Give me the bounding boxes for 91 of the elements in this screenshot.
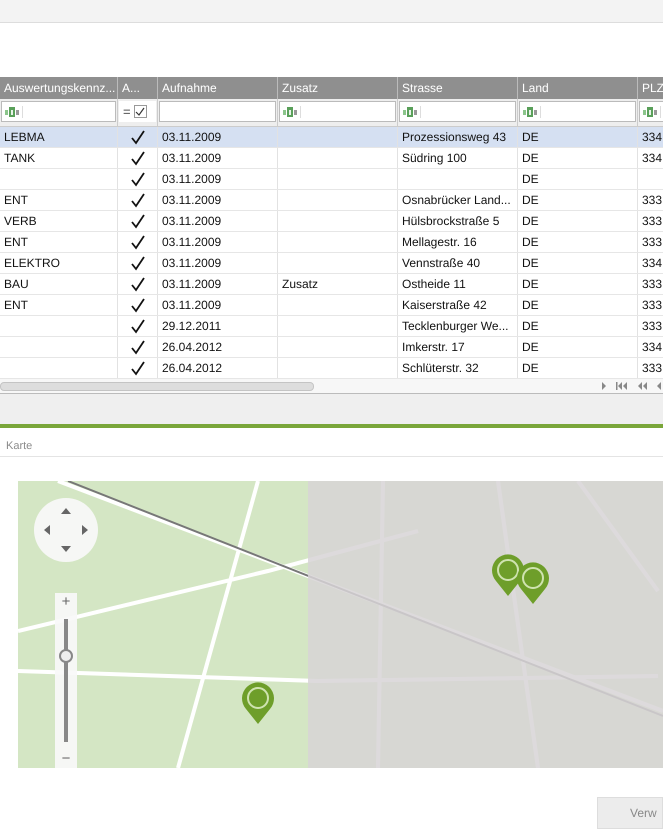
table-cell: 03.11.2009	[162, 193, 222, 207]
table-cell: ENT	[4, 298, 28, 312]
map-pin-icon[interactable]	[240, 681, 276, 725]
table-cell: Imkerstr. 17	[402, 340, 465, 354]
table-cell: TANK	[4, 151, 36, 165]
text-filter-icon	[4, 106, 23, 118]
table-cell: Osnabrücker Land...	[402, 193, 511, 207]
table-cell: Mellagestr. 16	[402, 235, 477, 249]
table-row[interactable]: ELEKTRO 03.11.2009 Vennstraße 40 DE 334	[0, 253, 663, 274]
filter-field[interactable]	[519, 101, 636, 122]
table-cell: BAU	[4, 277, 29, 291]
filter-field[interactable]	[1, 101, 116, 122]
table-cell: Vennstraße 40	[402, 256, 480, 270]
table-cell: DE	[522, 214, 539, 228]
table-cell: Kaiserstraße 42	[402, 298, 487, 312]
table-cell: DE	[522, 277, 539, 291]
table-cell: ELEKTRO	[4, 256, 60, 270]
table-cell: 26.04.2012	[162, 361, 222, 375]
table-row[interactable]: BAU 03.11.2009 Zusatz Ostheide 11 DE 333	[0, 274, 663, 295]
table-cell: Hülsbrockstraße 5	[402, 214, 500, 228]
table-cell: DE	[522, 235, 539, 249]
table-cell: 03.11.2009	[162, 298, 222, 312]
table-cell: ENT	[4, 193, 28, 207]
table-row[interactable]: ENT 03.11.2009 Osnabrücker Land... DE 333	[0, 190, 663, 211]
table-cell: 03.11.2009	[162, 277, 222, 291]
table-cell: 333	[642, 193, 662, 207]
filter-checkbox[interactable]	[134, 105, 147, 118]
table-cell: DE	[522, 340, 539, 354]
table-cell: DE	[522, 193, 539, 207]
table-cell: DE	[522, 298, 539, 312]
table-row[interactable]: 29.12.2011 Tecklenburger We... DE 333	[0, 316, 663, 337]
table-cell: 333	[642, 214, 662, 228]
table-cell: Zusatz	[282, 277, 318, 291]
zoom-out-button[interactable]: −	[62, 750, 70, 768]
previous-icon[interactable]	[656, 382, 661, 390]
table-cell: 333	[642, 235, 662, 249]
table-cell: DE	[522, 256, 539, 270]
table-cell: 03.11.2009	[162, 256, 222, 270]
table-cell: DE	[522, 151, 539, 165]
table-cell: Schlüterstr. 32	[402, 361, 479, 375]
table-cell: Ostheide 11	[402, 277, 466, 291]
table-cell: DE	[522, 130, 539, 144]
table-cell: 03.11.2009	[162, 151, 222, 165]
table-cell: Tecklenburger We...	[402, 319, 508, 333]
table-cell: 03.11.2009	[162, 214, 222, 228]
horizontal-scrollbar[interactable]	[0, 382, 314, 390]
table-cell: VERB	[4, 214, 37, 228]
zoom-slider[interactable]	[58, 619, 74, 742]
table-cell: ENT	[4, 235, 28, 249]
table-cell: 29.12.2011	[162, 319, 222, 333]
table-cell: Südring 100	[402, 151, 467, 165]
previous-page-icon[interactable]	[637, 382, 647, 390]
table-cell: 334	[642, 340, 662, 354]
text-filter-icon	[282, 106, 301, 118]
map-placeholder[interactable]: + −	[18, 481, 663, 768]
first-page-icon[interactable]	[616, 382, 628, 390]
text-filter-icon	[642, 106, 661, 118]
table-cell: 03.11.2009	[162, 235, 222, 249]
table-row[interactable]: ENT 03.11.2009 Kaiserstraße 42 DE 333	[0, 295, 663, 316]
table-cell: 26.04.2012	[162, 340, 222, 354]
filter-operator[interactable]: =	[123, 105, 131, 118]
table-row[interactable]: LEBMA 03.11.2009 Prozessionsweg 43 DE 334	[0, 127, 663, 148]
table-cell: 334	[642, 256, 662, 270]
table-row[interactable]: ENT 03.11.2009 Mellagestr. 16 DE 333	[0, 232, 663, 253]
filter-field[interactable]	[159, 101, 276, 122]
zoom-in-button[interactable]: +	[62, 593, 70, 611]
table-cell: DE	[522, 172, 539, 186]
table-row[interactable]: 03.11.2009 DE	[0, 169, 663, 190]
panel-title: Karte	[0, 428, 663, 457]
table-row[interactable]: 26.04.2012 Imkerstr. 17 DE 334	[0, 337, 663, 358]
table-cell: 333	[642, 319, 662, 333]
filter-field[interactable]	[399, 101, 516, 122]
table-cell: DE	[522, 361, 539, 375]
table-cell: 334	[642, 151, 662, 165]
table-cell: Prozessionsweg 43	[402, 130, 506, 144]
table-cell: 03.11.2009	[162, 130, 222, 144]
table-cell: 333	[642, 277, 662, 291]
map-pin-icon[interactable]	[515, 561, 551, 605]
next-icon[interactable]	[601, 382, 607, 390]
text-filter-icon	[402, 106, 421, 118]
text-filter-icon	[522, 106, 541, 118]
filter-field[interactable]	[279, 101, 396, 122]
table-cell: 334	[642, 130, 662, 144]
table-cell: 03.11.2009	[162, 172, 222, 186]
table-row[interactable]: VERB 03.11.2009 Hülsbrockstraße 5 DE 333	[0, 211, 663, 232]
slider-thumb[interactable]	[59, 648, 73, 663]
table-cell: 333	[642, 298, 662, 312]
table-cell: DE	[522, 319, 539, 333]
table-cell: 333	[642, 361, 662, 375]
table-row[interactable]: TANK 03.11.2009 Südring 100 DE 334	[0, 148, 663, 169]
table-cell: LEBMA	[4, 130, 45, 144]
